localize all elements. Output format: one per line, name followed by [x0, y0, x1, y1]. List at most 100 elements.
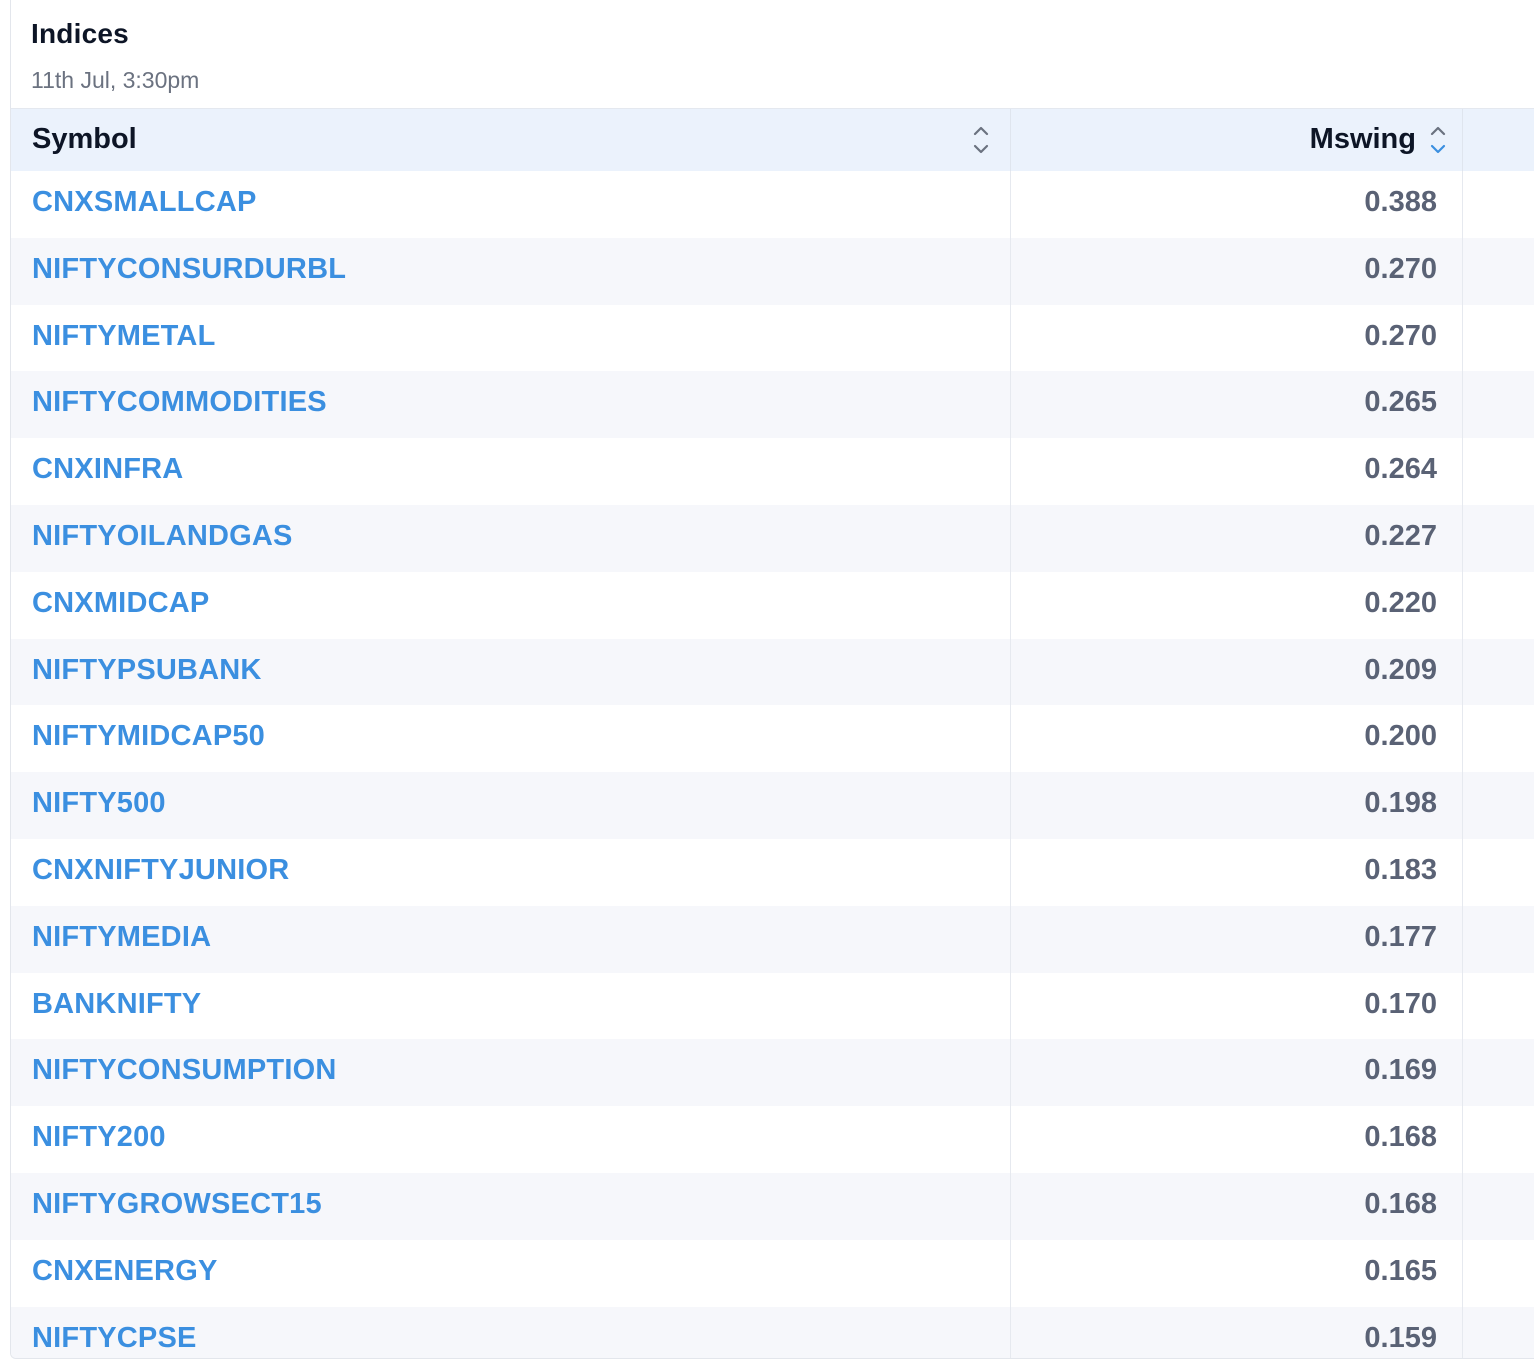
- table-row: BANKNIFTY 0.170: [11, 972, 1534, 1040]
- indices-panel: Indices 11th Jul, 3:30pm Symbol Mswing C…: [10, 0, 1534, 1359]
- table-row: CNXNIFTYJUNIOR 0.183: [11, 838, 1534, 906]
- symbol-link[interactable]: NIFTYCONSURDURBL: [32, 253, 346, 286]
- symbol-cell: NIFTYCPSE: [11, 1306, 1011, 1358]
- symbol-cell: NIFTYMIDCAP50: [11, 705, 1011, 773]
- mswing-value: 0.183: [1364, 853, 1437, 886]
- symbol-cell: NIFTYMEDIA: [11, 905, 1011, 973]
- mswing-cell: 0.183: [1011, 838, 1463, 906]
- symbol-cell: NIFTY200: [11, 1106, 1011, 1173]
- symbol-cell: NIFTYOILANDGAS: [11, 504, 1011, 572]
- column-header-label: Mswing: [1309, 123, 1416, 155]
- mswing-cell: 0.264: [1011, 438, 1463, 505]
- table-row: NIFTYCONSUMPTION 0.169: [11, 1039, 1534, 1107]
- symbol-cell: NIFTYMETAL: [11, 304, 1011, 372]
- mswing-value: 0.165: [1364, 1254, 1437, 1287]
- mswing-cell: 0.165: [1011, 1239, 1463, 1307]
- symbol-cell: CNXNIFTYJUNIOR: [11, 838, 1011, 906]
- mswing-value: 0.270: [1364, 319, 1437, 352]
- mswing-cell: 0.168: [1011, 1172, 1463, 1240]
- mswing-value: 0.270: [1364, 252, 1437, 285]
- symbol-link[interactable]: CNXENERGY: [32, 1255, 218, 1288]
- panel-header: Indices 11th Jul, 3:30pm: [11, 0, 1534, 109]
- column-header-label: Symbol: [32, 123, 137, 155]
- mswing-value: 0.264: [1364, 453, 1437, 486]
- mswing-value: 0.169: [1364, 1054, 1437, 1087]
- symbol-link[interactable]: NIFTY200: [32, 1121, 166, 1154]
- table-row: NIFTYCPSE 0.159: [11, 1306, 1534, 1358]
- column-header-mswing[interactable]: Mswing: [1011, 109, 1463, 171]
- mswing-cell: 0.168: [1011, 1106, 1463, 1173]
- symbol-link[interactable]: NIFTYCPSE: [32, 1322, 197, 1355]
- table-row: CNXMIDCAP 0.220: [11, 571, 1534, 639]
- table-header: Symbol Mswing: [11, 109, 1534, 171]
- symbol-link[interactable]: NIFTY500: [32, 787, 166, 820]
- symbol-link[interactable]: NIFTYCOMMODITIES: [32, 386, 327, 419]
- symbol-cell: NIFTYCONSUMPTION: [11, 1039, 1011, 1107]
- symbol-cell: NIFTYCONSURDURBL: [11, 237, 1011, 305]
- table-row: NIFTYCONSURDURBL 0.270: [11, 237, 1534, 305]
- table-row: NIFTY500 0.198: [11, 772, 1534, 839]
- symbol-cell: NIFTYGROWSECT15: [11, 1172, 1011, 1240]
- table-body: CNXSMALLCAP 0.388 NIFTYCONSURDURBL 0.270…: [11, 171, 1534, 1358]
- table-row: NIFTYGROWSECT15 0.168: [11, 1172, 1534, 1240]
- table-row: NIFTY200 0.168: [11, 1106, 1534, 1173]
- mswing-value: 0.170: [1364, 987, 1437, 1020]
- mswing-cell: 0.220: [1011, 571, 1463, 639]
- table-row: NIFTYPSUBANK 0.209: [11, 638, 1534, 706]
- panel-title: Indices: [31, 18, 129, 49]
- indices-table: Symbol Mswing CNXSMALLCAP 0.388 NIFTYCON…: [11, 109, 1534, 1358]
- mswing-value: 0.209: [1364, 653, 1437, 686]
- mswing-cell: 0.177: [1011, 905, 1463, 973]
- mswing-cell: 0.388: [1011, 171, 1463, 238]
- table-row: CNXENERGY 0.165: [11, 1239, 1534, 1307]
- symbol-cell: CNXMIDCAP: [11, 571, 1011, 639]
- sort-updown-icon[interactable]: [1430, 124, 1446, 156]
- mswing-value: 0.168: [1364, 1187, 1437, 1220]
- symbol-link[interactable]: CNXINFRA: [32, 453, 183, 486]
- symbol-cell: NIFTYCOMMODITIES: [11, 371, 1011, 439]
- page: Indices 11th Jul, 3:30pm Symbol Mswing C…: [0, 0, 1534, 1366]
- mswing-value: 0.168: [1364, 1121, 1437, 1154]
- symbol-link[interactable]: CNXMIDCAP: [32, 587, 209, 620]
- symbol-link[interactable]: BANKNIFTY: [32, 988, 201, 1021]
- mswing-cell: 0.159: [1011, 1306, 1463, 1358]
- mswing-value: 0.159: [1364, 1321, 1437, 1354]
- symbol-link[interactable]: NIFTYCONSUMPTION: [32, 1054, 336, 1087]
- column-header-symbol[interactable]: Symbol: [11, 109, 1011, 171]
- mswing-value: 0.198: [1364, 787, 1437, 820]
- table-row: NIFTYMETAL 0.270: [11, 304, 1534, 372]
- table-row: NIFTYMIDCAP50 0.200: [11, 705, 1534, 773]
- table-row: CNXINFRA 0.264: [11, 438, 1534, 505]
- mswing-value: 0.265: [1364, 386, 1437, 419]
- symbol-cell: CNXINFRA: [11, 438, 1011, 505]
- symbol-cell: NIFTYPSUBANK: [11, 638, 1011, 706]
- mswing-cell: 0.198: [1011, 772, 1463, 839]
- symbol-link[interactable]: CNXNIFTYJUNIOR: [32, 854, 289, 887]
- symbol-cell: CNXSMALLCAP: [11, 171, 1011, 238]
- mswing-cell: 0.169: [1011, 1039, 1463, 1107]
- symbol-cell: BANKNIFTY: [11, 972, 1011, 1040]
- symbol-cell: CNXENERGY: [11, 1239, 1011, 1307]
- mswing-cell: 0.209: [1011, 638, 1463, 706]
- symbol-link[interactable]: NIFTYGROWSECT15: [32, 1188, 322, 1221]
- table-row: NIFTYCOMMODITIES 0.265: [11, 371, 1534, 439]
- symbol-link[interactable]: NIFTYMETAL: [32, 320, 216, 353]
- mswing-cell: 0.270: [1011, 237, 1463, 305]
- table-row: NIFTYMEDIA 0.177: [11, 905, 1534, 973]
- mswing-value: 0.388: [1364, 186, 1437, 218]
- symbol-link[interactable]: NIFTYMEDIA: [32, 921, 211, 954]
- table-row: CNXSMALLCAP 0.388: [11, 171, 1534, 238]
- mswing-cell: 0.265: [1011, 371, 1463, 439]
- symbol-link[interactable]: NIFTYPSUBANK: [32, 654, 262, 687]
- symbol-link[interactable]: CNXSMALLCAP: [32, 186, 257, 219]
- symbol-link[interactable]: NIFTYOILANDGAS: [32, 520, 293, 553]
- mswing-cell: 0.200: [1011, 705, 1463, 773]
- table-row: NIFTYOILANDGAS 0.227: [11, 504, 1534, 572]
- mswing-value: 0.177: [1364, 920, 1437, 953]
- mswing-cell: 0.270: [1011, 304, 1463, 372]
- symbol-link[interactable]: NIFTYMIDCAP50: [32, 720, 265, 753]
- mswing-value: 0.200: [1364, 720, 1437, 753]
- mswing-value: 0.220: [1364, 586, 1437, 619]
- symbol-cell: NIFTY500: [11, 772, 1011, 839]
- sort-updown-icon[interactable]: [973, 124, 989, 156]
